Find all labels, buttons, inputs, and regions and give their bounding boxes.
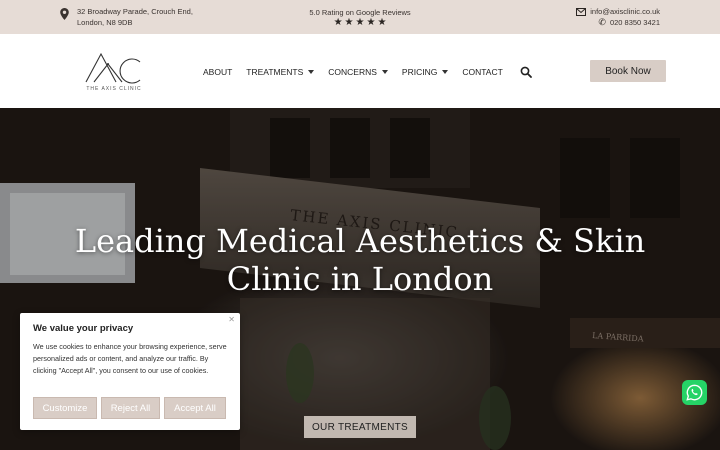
site-header: THE AXIS CLINIC ABOUT TREATMENTS CONCERN… [0,34,720,108]
reject-all-button[interactable]: Reject All [101,397,160,419]
nav-pricing[interactable]: PRICING [401,67,449,77]
phone-text: 020 8350 3421 [609,18,660,27]
nav-contact[interactable]: CONTACT [462,67,502,77]
search-icon[interactable] [520,66,532,78]
accept-all-button[interactable]: Accept All [164,397,226,419]
phone-icon: ✆ [598,17,606,27]
customize-button[interactable]: Customize [33,397,97,419]
nav-label: TREATMENTS [246,67,304,77]
hero-heading: Leading Medical Aesthetics & Skin Clinic… [0,222,720,298]
star-icon: ★ [377,17,387,28]
cookie-title: We value your privacy [33,323,134,334]
hero-heading-line-2: Clinic in London [226,260,494,298]
caret-down-icon [442,70,449,74]
cookie-actions: Customize Reject All Accept All [33,397,226,419]
star-icon: ★ [344,17,354,28]
cookie-body: We use cookies to enhance your browsing … [33,342,227,375]
nav-concerns[interactable]: CONCERNS [328,67,388,77]
whatsapp-icon [686,384,703,401]
nav-label: ABOUT [203,67,233,77]
cookie-consent-dialog: ✕ We value your privacy We use cookies t… [20,313,240,430]
contact-block: info@axisclinic.co.uk ✆ 020 8350 3421 [576,6,660,28]
our-treatments-button[interactable]: OUR TREATMENTS [304,416,416,438]
email-link[interactable]: info@axisclinic.co.uk [576,6,660,17]
star-icon: ★ [355,17,365,28]
nav-label: CONTACT [462,67,503,77]
main-nav: ABOUT TREATMENTS CONCERNS PRICING CONTAC… [203,67,503,77]
hero-heading-line-1: Leading Medical Aesthetics & Skin [74,222,646,260]
star-icon: ★ [333,17,343,28]
email-text: info@axisclinic.co.uk [590,7,660,16]
book-now-button[interactable]: Book Now [590,60,666,82]
envelope-icon [576,7,587,16]
top-info-bar: 32 Broadway Parade, Crouch End, London, … [0,0,720,34]
phone-link[interactable]: ✆ 020 8350 3421 [576,17,660,28]
close-icon[interactable]: ✕ [228,315,235,324]
nav-treatments[interactable]: TREATMENTS [246,67,315,77]
nav-label: PRICING [401,67,438,77]
caret-down-icon [308,70,315,74]
nav-about[interactable]: ABOUT [203,67,232,77]
whatsapp-button[interactable] [682,380,707,405]
caret-down-icon [381,70,388,74]
star-icon: ★ [366,17,376,28]
nav-label: CONCERNS [328,67,377,77]
logo-text: THE AXIS CLINIC [86,86,142,92]
